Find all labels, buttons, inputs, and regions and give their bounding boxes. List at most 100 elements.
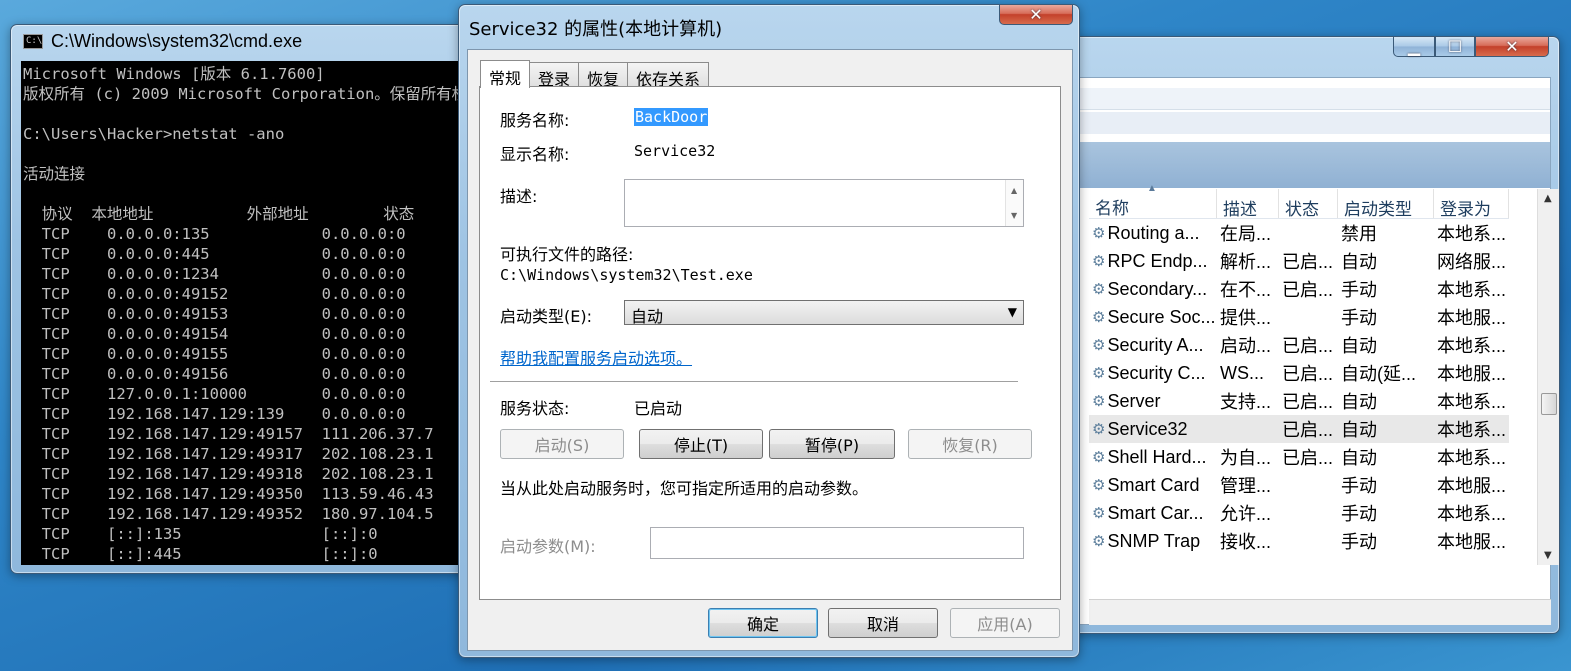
scroll-thumb[interactable] xyxy=(1541,393,1557,415)
scroll-up-icon[interactable]: ▲ xyxy=(1544,193,1552,204)
service-name-text: Service32 xyxy=(1107,418,1188,439)
maximize-button[interactable]: ☐ xyxy=(1435,37,1475,57)
gear-icon: ⚙ xyxy=(1092,337,1106,354)
service-name-cell: ⚙ SNMP Trap xyxy=(1089,531,1217,552)
services-list[interactable]: ▲ 名称 描述 状态 启动类型 登录为 ⚙ Routing a... 在局... 禁用 本地系.… xyxy=(1089,183,1509,555)
console-line: TCP 0.0.0.0:49156 0.0.0.0:0 xyxy=(23,365,406,383)
apply-button[interactable]: 应用(A) xyxy=(950,608,1060,638)
column-header[interactable]: 描述 xyxy=(1217,189,1279,218)
service-name-cell: ⚙ Security A... xyxy=(1089,335,1217,356)
cmd-title: C:\Windows\system32\cmd.exe xyxy=(51,30,303,51)
table-cell: 在不... xyxy=(1220,280,1272,300)
description-scrollbar[interactable]: ▲ ▼ xyxy=(1005,180,1023,226)
service-name-value[interactable]: BackDoor xyxy=(634,108,709,126)
pause-button[interactable]: 暂停(P) xyxy=(769,429,895,459)
column-header[interactable]: 状态 xyxy=(1279,189,1338,218)
cmd-titlebar[interactable]: C:\ C:\Windows\system32\cmd.exe xyxy=(23,29,302,53)
gear-icon: ⚙ xyxy=(1092,449,1106,466)
dialog-body: 常规 登录 恢复 依存关系 服务名称: BackDoor 显示名称: Servi… xyxy=(467,49,1073,651)
chevron-down-icon[interactable]: ▼ xyxy=(1011,211,1017,220)
table-cell: 本地系... xyxy=(1437,420,1507,440)
cmd-app-icon: C:\ xyxy=(23,33,43,49)
table-row[interactable]: ⚙ Secondary... 在不... 已启... 手动 本地系... xyxy=(1089,275,1509,303)
console-output[interactable]: Microsoft Windows [版本 6.1.7600] 版权所有 (c) … xyxy=(21,61,473,565)
services-close-button[interactable]: ✕ xyxy=(1475,37,1549,57)
help-configure-link[interactable]: 帮助我配置服务启动选项。 xyxy=(500,345,692,369)
service-name-cell: ⚙ RPC Endp... xyxy=(1089,251,1217,272)
table-cell: 手动 xyxy=(1341,308,1377,328)
table-cell: 管理... xyxy=(1220,476,1272,496)
start-button[interactable]: 启动(S) xyxy=(500,429,624,459)
console-line: TCP 127.0.0.1:10000 0.0.0.0:0 xyxy=(23,385,406,403)
service-name-text: Routing a... xyxy=(1107,222,1200,243)
service-name-selected-text[interactable]: BackDoor xyxy=(634,108,709,126)
table-cell: 已启... xyxy=(1282,448,1334,468)
display-name-value[interactable]: Service32 xyxy=(634,142,715,160)
table-row[interactable]: ⚙ Smart Card 管理... 手动 本地服... xyxy=(1089,471,1509,499)
close-icon: ✕ xyxy=(1029,5,1043,24)
service-name-cell: ⚙ Secondary... xyxy=(1089,279,1217,300)
tab-logon[interactable]: 登录 xyxy=(529,62,580,89)
service-name-label: 服务名称: xyxy=(500,111,570,130)
gear-icon: ⚙ xyxy=(1092,253,1106,270)
table-cell: 手动 xyxy=(1341,504,1377,524)
service-status-value: 已启动 xyxy=(634,399,683,418)
service-name-text: SNMP Trap xyxy=(1107,530,1201,551)
resume-button[interactable]: 恢复(R) xyxy=(908,429,1032,459)
column-header[interactable]: 登录为 xyxy=(1434,189,1509,218)
cancel-button[interactable]: 取消 xyxy=(828,608,938,638)
table-row[interactable]: ⚙ Secure Soc... 提供... 手动 本地服... xyxy=(1089,303,1509,331)
service-name-text: Shell Hard... xyxy=(1107,446,1207,467)
dialog-title: Service32 的属性(本地计算机) xyxy=(469,19,723,40)
table-cell: 自动 xyxy=(1341,392,1377,412)
start-params-input[interactable] xyxy=(650,527,1024,559)
services-window[interactable]: ▁ ☐ ✕ ▲ 名称 描述 状态 启动类型 登录为 ⚙ Routing a... 在局...… xyxy=(1040,36,1560,634)
service-name-cell: ⚙ Smart Card xyxy=(1089,475,1217,496)
sort-ascending-icon: ▲ xyxy=(1147,183,1157,194)
table-cell: 手动 xyxy=(1341,532,1377,552)
table-row[interactable]: ⚙ RPC Endp... 解析... 已启... 自动 网络服... xyxy=(1089,247,1509,275)
service-properties-dialog[interactable]: Service32 的属性(本地计算机) ✕ 常规 登录 恢复 依存关系 服务名… xyxy=(458,4,1080,658)
table-cell: 已启... xyxy=(1282,420,1334,440)
table-row[interactable]: ⚙ Smart Car... 允许... 手动 本地系... xyxy=(1089,499,1509,527)
minimize-button[interactable]: ▁ xyxy=(1393,37,1435,57)
console-line: TCP 0.0.0.0:1234 0.0.0.0:0 xyxy=(23,265,406,283)
table-row[interactable]: ⚙ Server 支持... 已启... 自动 本地系... xyxy=(1089,387,1509,415)
service-name-text: RPC Endp... xyxy=(1107,250,1208,271)
table-row[interactable]: ⚙ Routing a... 在局... 禁用 本地系... xyxy=(1089,219,1509,247)
console-line: 协议 本地地址 外部地址 状态 xyxy=(23,205,415,223)
console-line: TCP 0.0.0.0:49152 0.0.0.0:0 xyxy=(23,285,406,303)
services-header-band xyxy=(1050,142,1550,188)
table-row[interactable]: ⚙ Shell Hard... 为自... 已启... 自动 本地系... xyxy=(1089,443,1509,471)
cmd-window[interactable]: C:\ C:\Windows\system32\cmd.exe Microsof… xyxy=(10,24,480,574)
description-label: 描述: xyxy=(500,187,538,206)
table-row[interactable]: ⚙ Service32 已启... 自动 本地系... xyxy=(1089,415,1509,443)
table-cell: 为自... xyxy=(1220,448,1272,468)
chevron-up-icon[interactable]: ▲ xyxy=(1011,186,1017,195)
tab-dependencies[interactable]: 依存关系 xyxy=(627,62,710,89)
startup-type-value: 自动 xyxy=(631,307,664,326)
exe-path-value: C:\Windows\system32\Test.exe xyxy=(500,266,753,284)
description-box[interactable]: ▲ ▼ xyxy=(624,179,1024,227)
table-row[interactable]: ⚙ SNMP Trap 接收... 手动 本地服... xyxy=(1089,527,1509,555)
table-cell: 本地服... xyxy=(1437,308,1507,328)
stop-button[interactable]: 停止(T) xyxy=(639,429,763,459)
ok-button[interactable]: 确定 xyxy=(708,608,818,638)
chevron-down-icon[interactable]: ▼ xyxy=(1008,305,1017,319)
table-cell: 已启... xyxy=(1282,280,1334,300)
scroll-down-icon[interactable]: ▼ xyxy=(1544,550,1552,561)
startup-type-select[interactable]: 自动 ▼ xyxy=(624,300,1024,326)
table-cell: 启动... xyxy=(1220,336,1272,356)
column-header[interactable]: 启动类型 xyxy=(1338,189,1434,218)
table-cell: 解析... xyxy=(1220,252,1272,272)
service-name-text: Smart Card xyxy=(1107,474,1200,495)
console-line: TCP 0.0.0.0:49155 0.0.0.0:0 xyxy=(23,345,406,363)
tab-recovery[interactable]: 恢复 xyxy=(578,62,629,89)
tab-general[interactable]: 常规 xyxy=(480,60,531,88)
table-row[interactable]: ⚙ Security C... WS... 已启... 自动(延... 本地服... xyxy=(1089,359,1509,387)
table-row[interactable]: ⚙ Security A... 启动... 已启... 自动 本地系... xyxy=(1089,331,1509,359)
dialog-close-button[interactable]: ✕ xyxy=(999,5,1073,25)
services-scrollbar[interactable]: ▲ ▼ xyxy=(1537,189,1559,565)
console-line: TCP 0.0.0.0:49153 0.0.0.0:0 xyxy=(23,305,406,323)
